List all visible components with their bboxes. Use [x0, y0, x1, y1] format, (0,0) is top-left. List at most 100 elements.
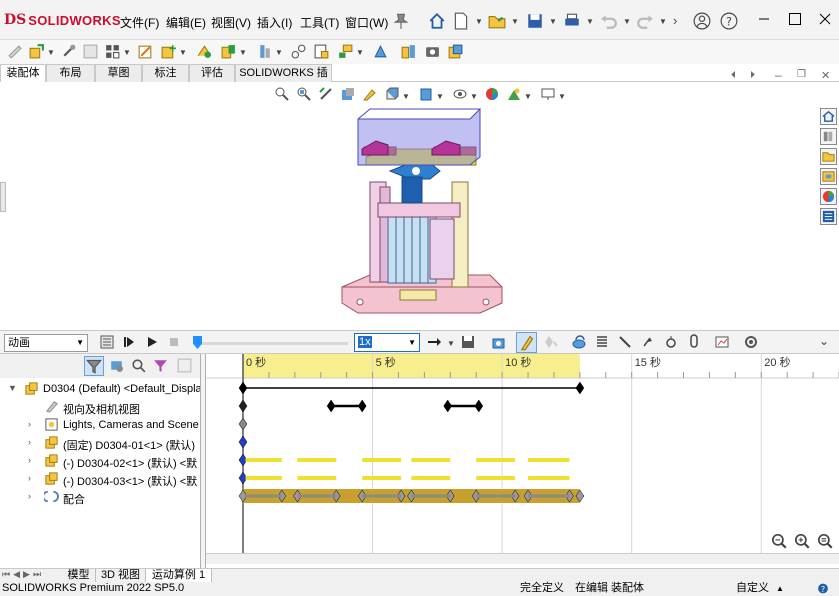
- view-key[interactable]: [357, 399, 367, 413]
- assembly-start-key[interactable]: [238, 381, 248, 395]
- stop-icon[interactable]: [166, 334, 182, 350]
- collapse-arrow-icon[interactable]: ›: [28, 419, 31, 429]
- view-key[interactable]: [443, 399, 453, 413]
- take-snapshot-icon[interactable]: [424, 43, 441, 60]
- new-dropdown-icon[interactable]: ▼: [475, 17, 483, 26]
- tab-motion-study-1[interactable]: 运动算例 1: [146, 569, 212, 583]
- open-folder-icon[interactable]: [488, 12, 506, 30]
- motion-change-bar[interactable]: [411, 476, 451, 480]
- view-settings-dropdown-icon[interactable]: ▼: [558, 92, 566, 101]
- time-tick-label[interactable]: 20 秒: [764, 355, 790, 369]
- assembly-end-key[interactable]: [575, 381, 585, 395]
- lights-key[interactable]: [238, 417, 248, 431]
- view-palette-icon[interactable]: [820, 168, 837, 185]
- design-library-icon[interactable]: [820, 128, 837, 145]
- tab-3d-views[interactable]: 3D 视图: [96, 569, 146, 583]
- graphics-area[interactable]: ⏴ ⏵ – ❐ ✕ ▼ ▼ ▼ ▼ ▼: [0, 68, 839, 332]
- assembly-features-icon[interactable]: [220, 43, 237, 60]
- playback-mode-icon[interactable]: [426, 334, 442, 350]
- account-icon[interactable]: [693, 12, 711, 30]
- motion-change-bar[interactable]: [362, 458, 402, 462]
- tree-item-part-01[interactable]: › (固定) D0304-01<1> (默认): [0, 434, 200, 452]
- hide-show-dropdown-icon[interactable]: ▼: [470, 92, 478, 101]
- move-dropdown-icon[interactable]: ▼: [179, 48, 187, 57]
- insert-dropdown-icon[interactable]: ▼: [47, 48, 55, 57]
- save-dropdown-icon[interactable]: ▼: [549, 17, 557, 26]
- contact-icon[interactable]: [663, 334, 679, 350]
- reference-dropdown-icon[interactable]: ▼: [275, 48, 283, 57]
- tree-item-part-03[interactable]: › (-) D0304-03<1> (默认) <默: [0, 470, 200, 488]
- expand-arrow-icon[interactable]: ▼: [8, 383, 17, 393]
- undo-dropdown-icon[interactable]: ▼: [623, 17, 631, 26]
- time-tick-label[interactable]: 0 秒: [246, 355, 266, 369]
- tree-item-assembly[interactable]: ▼ D0304 (Default) <Default_Displa: [0, 380, 200, 398]
- doc-prev-icon[interactable]: ⏴: [731, 70, 736, 81]
- task-pane-home-icon[interactable]: [820, 108, 837, 125]
- timeline-canvas[interactable]: 0 秒 5 秒 10 秒 15 秒 20 秒: [206, 354, 839, 568]
- print-dropdown-icon[interactable]: ▼: [586, 17, 594, 26]
- tab-evaluate[interactable]: 评估: [189, 64, 235, 82]
- previous-view-icon[interactable]: [318, 86, 334, 102]
- tree-item-camera-view[interactable]: 视向及相机视图: [0, 398, 200, 416]
- motion-change-bar[interactable]: [297, 458, 337, 462]
- zoom-to-area-icon[interactable]: [296, 86, 312, 102]
- zoom-to-fit-icon[interactable]: [274, 86, 290, 102]
- pin-icon[interactable]: [392, 12, 410, 30]
- file-explorer-icon[interactable]: [820, 148, 837, 165]
- force-icon[interactable]: [640, 334, 656, 350]
- insert-component-icon[interactable]: [28, 43, 45, 60]
- show-hidden-icon[interactable]: [196, 43, 213, 60]
- filter-animated-button[interactable]: [84, 356, 104, 376]
- menu-window[interactable]: 窗口(W): [345, 14, 388, 31]
- time-tick-label[interactable]: 10 秒: [505, 355, 531, 369]
- assembly-model[interactable]: [330, 107, 510, 332]
- undo-icon[interactable]: [600, 12, 618, 30]
- filter-selected-icon[interactable]: [130, 357, 147, 374]
- reference-geometry-icon[interactable]: [256, 43, 273, 60]
- more-icon[interactable]: ›: [673, 13, 677, 28]
- results-and-plots-icon[interactable]: [714, 334, 730, 350]
- update-speedpak-icon[interactable]: [400, 43, 417, 60]
- autofit-icon[interactable]: [176, 357, 193, 374]
- mate-icon[interactable]: [60, 43, 77, 60]
- tab-scroll-arrows-icon[interactable]: ⏮◀▶⏭: [2, 569, 44, 580]
- collapse-arrow-icon[interactable]: ›: [28, 491, 31, 501]
- filter-results-icon[interactable]: [152, 357, 169, 374]
- custom-properties-icon[interactable]: [820, 208, 837, 225]
- filter-driving-icon[interactable]: [108, 357, 125, 374]
- animation-wizard-icon[interactable]: [491, 334, 507, 350]
- tab-markup[interactable]: 标注: [142, 64, 189, 82]
- menu-tools[interactable]: 工具(T): [300, 14, 339, 31]
- motion-change-bar[interactable]: [476, 476, 516, 480]
- tab-solidworks-addins[interactable]: SOLIDWORKS 插件: [235, 64, 332, 95]
- motion-change-bar[interactable]: [245, 476, 282, 480]
- large-assembly-icon[interactable]: [447, 43, 464, 60]
- menu-insert[interactable]: 插入(I): [257, 14, 292, 31]
- damper-icon[interactable]: [617, 334, 633, 350]
- motor-icon[interactable]: [571, 334, 587, 350]
- save-animation-icon[interactable]: [460, 334, 476, 350]
- units-dropdown-icon[interactable]: ▲: [776, 582, 784, 595]
- tree-item-lights[interactable]: › Lights, Cameras and Scene: [0, 416, 200, 434]
- view-key[interactable]: [326, 399, 336, 413]
- play-from-start-icon[interactable]: [121, 334, 137, 350]
- zoom-to-fit-timeline-icon[interactable]: [816, 532, 834, 550]
- move-component-icon[interactable]: [160, 43, 177, 60]
- timeline-horizontal-scrollbar[interactable]: [206, 553, 839, 564]
- tab-assembly[interactable]: 装配体: [0, 64, 46, 83]
- tab-layout[interactable]: 布局: [46, 64, 95, 82]
- motion-change-bar[interactable]: [297, 476, 337, 480]
- playback-mode-dropdown-icon[interactable]: ▼: [447, 339, 455, 348]
- tree-item-part-02[interactable]: › (-) D0304-02<1> (默认) <默: [0, 452, 200, 470]
- edit-appearance-icon[interactable]: [484, 86, 500, 102]
- zoom-in-timeline-icon[interactable]: [793, 532, 811, 550]
- save-icon[interactable]: [526, 12, 544, 30]
- view-orientation-icon[interactable]: [384, 86, 400, 102]
- collapse-arrow-icon[interactable]: ›: [28, 455, 31, 465]
- redo-icon[interactable]: [636, 12, 654, 30]
- calculate-icon[interactable]: [99, 334, 115, 350]
- collapse-arrow-icon[interactable]: ›: [28, 437, 31, 447]
- bill-of-materials-icon[interactable]: [313, 43, 330, 60]
- collapse-arrow-icon[interactable]: ›: [28, 473, 31, 483]
- tree-item-mates[interactable]: › 配合: [0, 488, 200, 506]
